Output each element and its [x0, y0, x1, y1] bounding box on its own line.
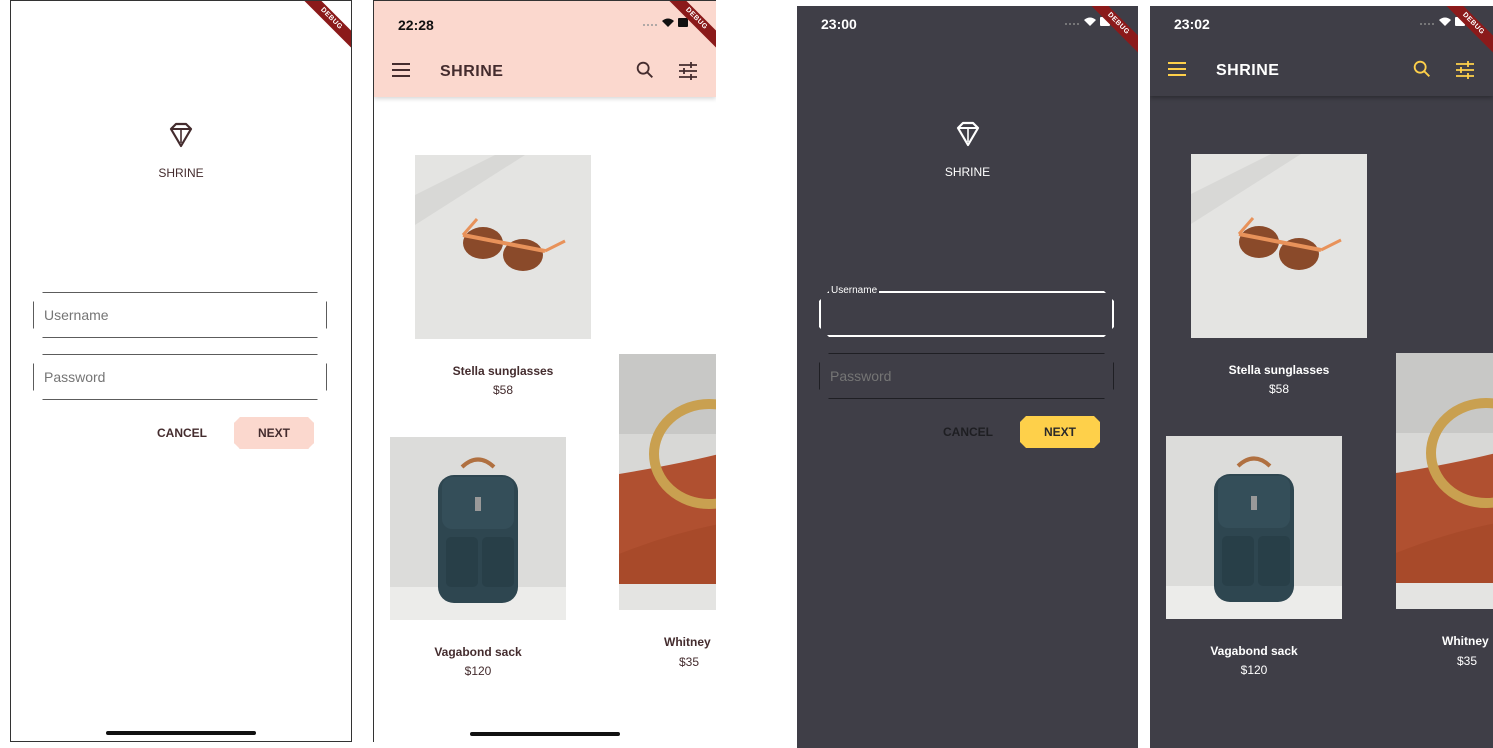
backpack-image — [1166, 436, 1342, 619]
product-name: Vagabond sack — [1210, 644, 1298, 658]
home-indicator — [470, 732, 620, 736]
catalog-screen-light: 22:28 SHRINE DEBUG Stella sunglasses $58… — [373, 0, 716, 742]
brand-label: SHRINE — [944, 165, 991, 179]
debug-banner: DEBUG — [656, 1, 716, 61]
debug-banner: DEBUG — [1433, 6, 1493, 66]
sunglasses-image — [415, 155, 591, 339]
product-price: $120 — [1240, 663, 1268, 677]
username-field[interactable] — [819, 291, 1114, 337]
product-image-sunglasses[interactable] — [1191, 154, 1367, 338]
product-name: Stella sunglasses — [452, 364, 554, 378]
product-price: $120 — [464, 664, 492, 678]
diamond-logo-icon — [956, 121, 979, 147]
menu-icon[interactable] — [1168, 62, 1186, 76]
product-image-belt[interactable] — [619, 354, 716, 610]
search-icon[interactable] — [1411, 58, 1433, 80]
status-time: 23:02 — [1174, 16, 1210, 32]
password-field[interactable] — [33, 354, 327, 400]
product-price: $58 — [492, 383, 514, 397]
product-name: Whitney — [664, 635, 711, 649]
app-title: SHRINE — [1216, 62, 1280, 79]
product-name: Stella sunglasses — [1228, 363, 1330, 377]
home-indicator — [106, 731, 256, 735]
status-time: 23:00 — [821, 16, 857, 32]
brand-label: SHRINE — [158, 166, 204, 180]
product-price: $58 — [1268, 382, 1290, 396]
tune-icon[interactable] — [678, 61, 698, 81]
product-price: $35 — [1457, 654, 1478, 668]
product-price: $35 — [679, 655, 700, 669]
product-image-backpack[interactable] — [390, 437, 566, 620]
catalog-screen-dark: 23:02 SHRINE DEBUG Stella sunglasses $58… — [1150, 6, 1493, 748]
debug-banner: DEBUG — [291, 1, 351, 61]
password-input[interactable] — [34, 355, 326, 399]
debug-banner: DEBUG — [1078, 6, 1138, 66]
product-image-sunglasses[interactable] — [415, 155, 591, 339]
next-button[interactable]: NEXT — [234, 417, 314, 449]
login-screen-light: DEBUG SHRINE CANCEL NEXT — [10, 0, 352, 742]
backpack-image — [390, 437, 566, 620]
username-input[interactable] — [821, 293, 1112, 335]
cancel-button[interactable]: CANCEL — [151, 425, 213, 441]
product-name: Vagabond sack — [434, 645, 522, 659]
menu-icon[interactable] — [392, 63, 410, 77]
product-image-belt[interactable] — [1396, 353, 1493, 609]
app-title: SHRINE — [440, 63, 504, 80]
belt-image — [1396, 353, 1493, 609]
next-button[interactable]: NEXT — [1020, 416, 1100, 448]
diamond-logo-icon — [169, 122, 193, 148]
login-screen-dark: 23:00 DEBUG SHRINE Username CANCEL NEXT — [797, 6, 1138, 748]
cancel-button[interactable]: CANCEL — [937, 424, 999, 440]
password-input[interactable] — [820, 354, 1113, 398]
belt-image — [619, 354, 716, 610]
password-field[interactable] — [819, 353, 1114, 399]
username-floating-label: Username — [829, 285, 880, 296]
product-image-backpack[interactable] — [1166, 436, 1342, 619]
search-icon[interactable] — [634, 59, 656, 81]
product-name: Whitney — [1442, 634, 1489, 648]
username-input[interactable] — [34, 293, 326, 337]
sunglasses-image — [1191, 154, 1367, 338]
username-field[interactable] — [33, 292, 327, 338]
status-time: 22:28 — [398, 17, 434, 33]
